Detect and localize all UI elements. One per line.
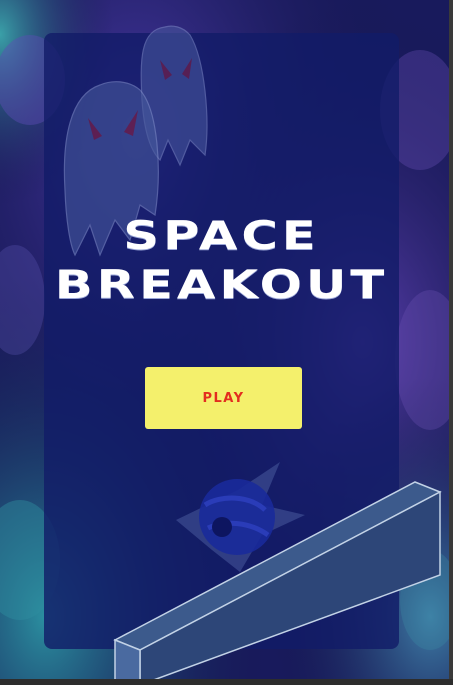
window-edge-right — [449, 0, 453, 685]
play-button[interactable]: PLAY — [145, 367, 302, 429]
title-line-space: SPACE — [123, 214, 320, 259]
decorations — [63, 25, 442, 685]
game-title: SPACE BREAKOUT — [0, 212, 449, 310]
window-edge-bottom — [0, 679, 453, 685]
title-line-breakout: BREAKOUT — [54, 263, 389, 308]
game-screen: SPACE BREAKOUT PLAY — [0, 0, 453, 685]
